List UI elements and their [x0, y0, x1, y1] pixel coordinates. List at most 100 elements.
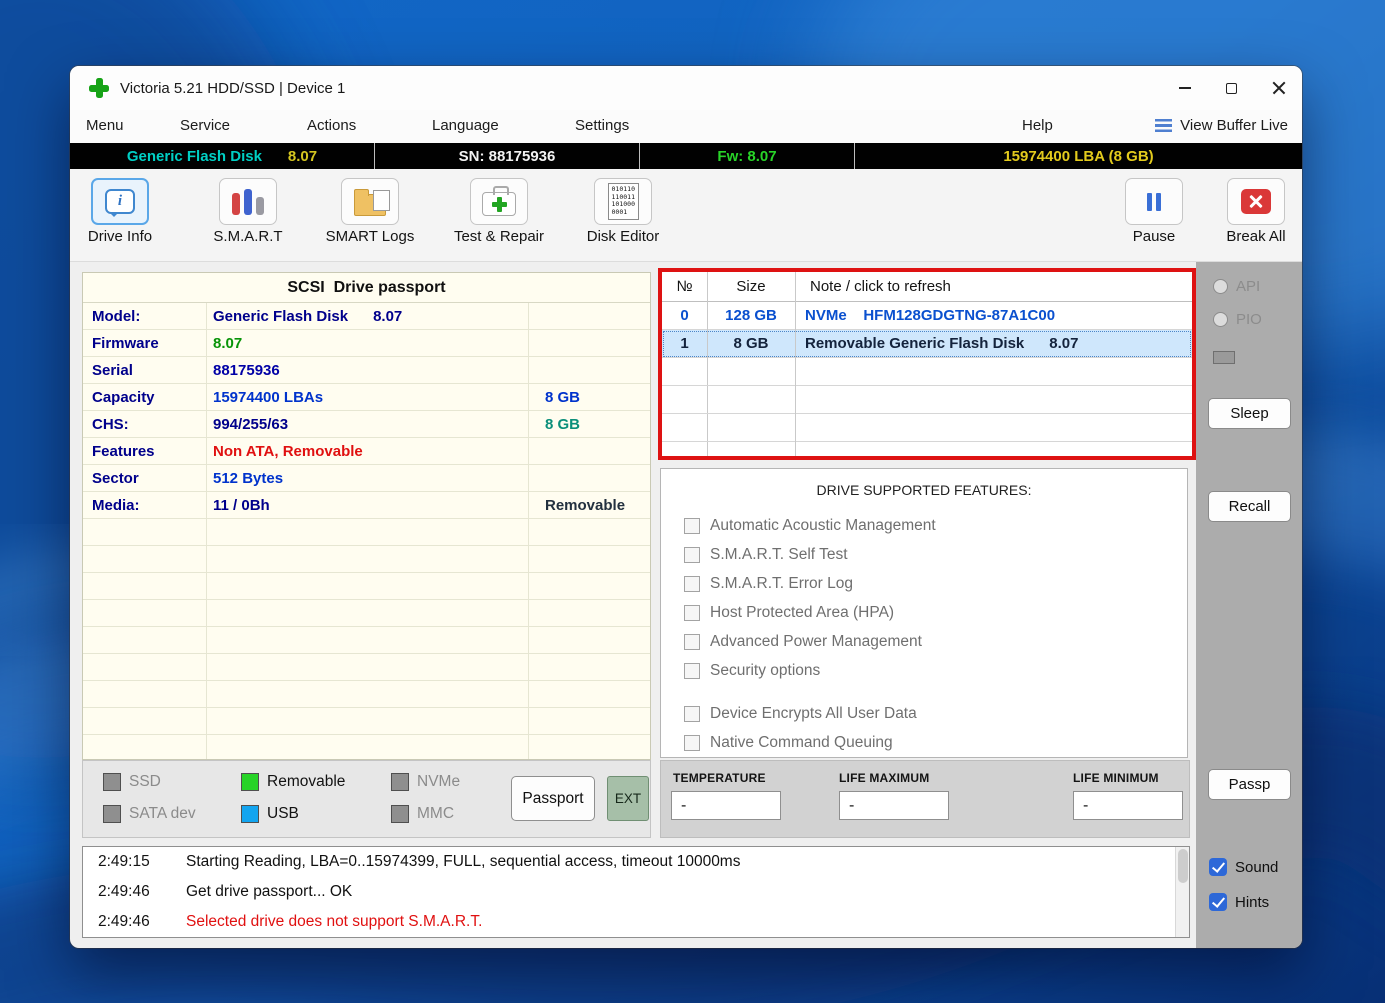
menu-item-settings[interactable]: Settings — [575, 117, 629, 134]
legend-usb[interactable]: USB — [241, 805, 299, 823]
drive-info-icon-box: i — [91, 178, 149, 225]
passport-extra: 8 GB — [528, 416, 650, 433]
menu-item-language[interactable]: Language — [432, 117, 499, 134]
passp-button[interactable]: Passp — [1208, 769, 1291, 800]
hints-checkbox[interactable]: Hints — [1209, 893, 1269, 911]
feature-security[interactable]: Security options — [661, 656, 1187, 685]
status-serial: SN: 88175936 — [375, 143, 640, 169]
legend-ssd[interactable]: SSD — [103, 773, 161, 791]
side-panel: API PIO Sleep Recall Passp Sound Hints — [1196, 262, 1302, 948]
legend-removable[interactable]: Removable — [241, 773, 345, 791]
drive-status-bar: Generic Flash Disk 8.07 SN: 88175936 Fw:… — [70, 143, 1302, 169]
feature-error-log[interactable]: S.M.A.R.T. Error Log — [661, 569, 1187, 598]
passport-value: 994/255/63 — [206, 416, 528, 433]
feature-label: Security options — [710, 662, 820, 680]
sound-checkbox[interactable]: Sound — [1209, 858, 1278, 876]
passport-row-serial: Serial 88175936 — [83, 357, 650, 384]
feature-apm[interactable]: Advanced Power Management — [661, 627, 1187, 656]
log-text: Get drive passport... OK — [186, 883, 352, 901]
smart-button[interactable]: S.M.A.R.T — [206, 178, 290, 245]
log-time: 2:49:46 — [98, 883, 186, 901]
feature-label: S.M.A.R.T. Error Log — [710, 575, 853, 593]
checkbox-unchecked-icon — [684, 634, 700, 650]
app-window: Victoria 5.21 HDD/SSD | Device 1 Menu Se… — [70, 66, 1302, 948]
menu-item-help[interactable]: Help — [1022, 117, 1053, 134]
drive-info-button[interactable]: i Drive Info — [78, 178, 162, 245]
pause-icon-box — [1125, 178, 1183, 225]
life-maximum-label: LIFE MAXIMUM — [839, 771, 929, 785]
drive-number: 0 — [662, 307, 707, 324]
feature-hpa[interactable]: Host Protected Area (HPA) — [661, 598, 1187, 627]
supported-features-panel: DRIVE SUPPORTED FEATURES: Automatic Acou… — [660, 468, 1188, 758]
legend-mmc[interactable]: MMC — [391, 805, 454, 823]
passport-label: Serial — [83, 362, 206, 379]
checkbox-unchecked-icon — [684, 576, 700, 592]
legend-label: SSD — [129, 773, 161, 791]
log-time: 2:49:46 — [98, 913, 186, 931]
maximize-button[interactable] — [1208, 66, 1255, 110]
radio-api[interactable]: API — [1213, 278, 1260, 295]
radio-pio[interactable]: PIO — [1213, 311, 1262, 328]
checkbox-unchecked-icon — [684, 735, 700, 751]
header-size: Size — [707, 278, 795, 295]
pause-label: Pause — [1133, 228, 1176, 245]
status-firmware-text: Fw: 8.07 — [717, 148, 776, 165]
log-scrollbar[interactable] — [1175, 847, 1189, 937]
info-glyph: i — [118, 193, 122, 210]
first-aid-icon — [482, 192, 516, 216]
legend-color-box — [391, 773, 409, 791]
drive-row-1-selected[interactable]: 1 8 GB Removable Generic Flash Disk 8.07 — [662, 330, 1192, 358]
passport-row-features: Features Non ATA, Removable — [83, 438, 650, 465]
binary-line: 0001 — [612, 209, 638, 217]
menu-item-service[interactable]: Service — [180, 117, 230, 134]
temperature-label: TEMPERATURE — [673, 771, 766, 785]
feature-self-test[interactable]: S.M.A.R.T. Self Test — [661, 540, 1187, 569]
view-buffer-live[interactable]: View Buffer Live — [1155, 117, 1288, 134]
life-maximum-value[interactable]: - — [839, 791, 949, 820]
status-model-version: 8.07 — [288, 148, 317, 165]
menu-item-actions[interactable]: Actions — [307, 117, 356, 134]
temperature-value[interactable]: - — [671, 791, 781, 820]
break-all-label: Break All — [1226, 228, 1285, 245]
drive-list-header[interactable]: № Size Note / click to refresh — [662, 272, 1192, 302]
legend-label: USB — [267, 805, 299, 823]
radio-api-label: API — [1236, 278, 1260, 295]
passport-label: Sector — [83, 470, 206, 487]
radio-circle-icon — [1213, 279, 1228, 294]
break-all-button[interactable]: Break All — [1214, 178, 1298, 245]
passport-empty-grid — [83, 519, 650, 759]
disk-editor-button[interactable]: 010110 110011 101000 0001 Disk Editor — [576, 178, 670, 245]
feature-ncq[interactable]: Native Command Queuing — [661, 728, 1187, 757]
close-button[interactable] — [1255, 66, 1302, 110]
feature-label: Native Command Queuing — [710, 734, 893, 752]
test-repair-button[interactable]: Test & Repair — [442, 178, 556, 245]
checkbox-unchecked-icon — [684, 605, 700, 621]
checkbox-unchecked-icon — [684, 518, 700, 534]
smart-logs-button[interactable]: SMART Logs — [316, 178, 424, 245]
passport-title: SCSI Drive passport — [83, 273, 650, 303]
status-serial-text: SN: 88175936 — [459, 148, 556, 165]
features-list: Automatic Acoustic Management S.M.A.R.T.… — [661, 511, 1187, 757]
feature-acoustic[interactable]: Automatic Acoustic Management — [661, 511, 1187, 540]
feature-encrypt[interactable]: Device Encrypts All User Data — [661, 699, 1187, 728]
passport-button[interactable]: Passport — [511, 776, 595, 821]
drive-row-0[interactable]: 0 128 GB NVMe HFM128GDGTNG-87A1C00 — [662, 302, 1192, 330]
legend-label: MMC — [417, 805, 454, 823]
sleep-button[interactable]: Sleep — [1208, 398, 1291, 429]
legend-sata-dev[interactable]: SATA dev — [103, 805, 196, 823]
life-minimum-value[interactable]: - — [1073, 791, 1183, 820]
features-title: DRIVE SUPPORTED FEATURES: — [661, 482, 1187, 498]
minimize-button[interactable] — [1161, 66, 1208, 110]
toolbar: i Drive Info S.M.A.R.T SMART Logs Test &… — [70, 169, 1302, 262]
passport-label: Capacity — [83, 389, 206, 406]
title-bar: Victoria 5.21 HDD/SSD | Device 1 — [70, 66, 1302, 110]
ext-button[interactable]: EXT — [607, 776, 649, 821]
drive-type-legend: SSD Removable NVMe SATA dev USB MMC Pass… — [82, 760, 651, 838]
recall-button[interactable]: Recall — [1208, 491, 1291, 522]
drive-size: 8 GB — [707, 335, 795, 352]
legend-color-box — [103, 773, 121, 791]
green-cross-icon — [492, 197, 507, 212]
legend-nvme[interactable]: NVMe — [391, 773, 460, 791]
pause-button[interactable]: Pause — [1112, 178, 1196, 245]
menu-item-menu[interactable]: Menu — [86, 117, 124, 134]
